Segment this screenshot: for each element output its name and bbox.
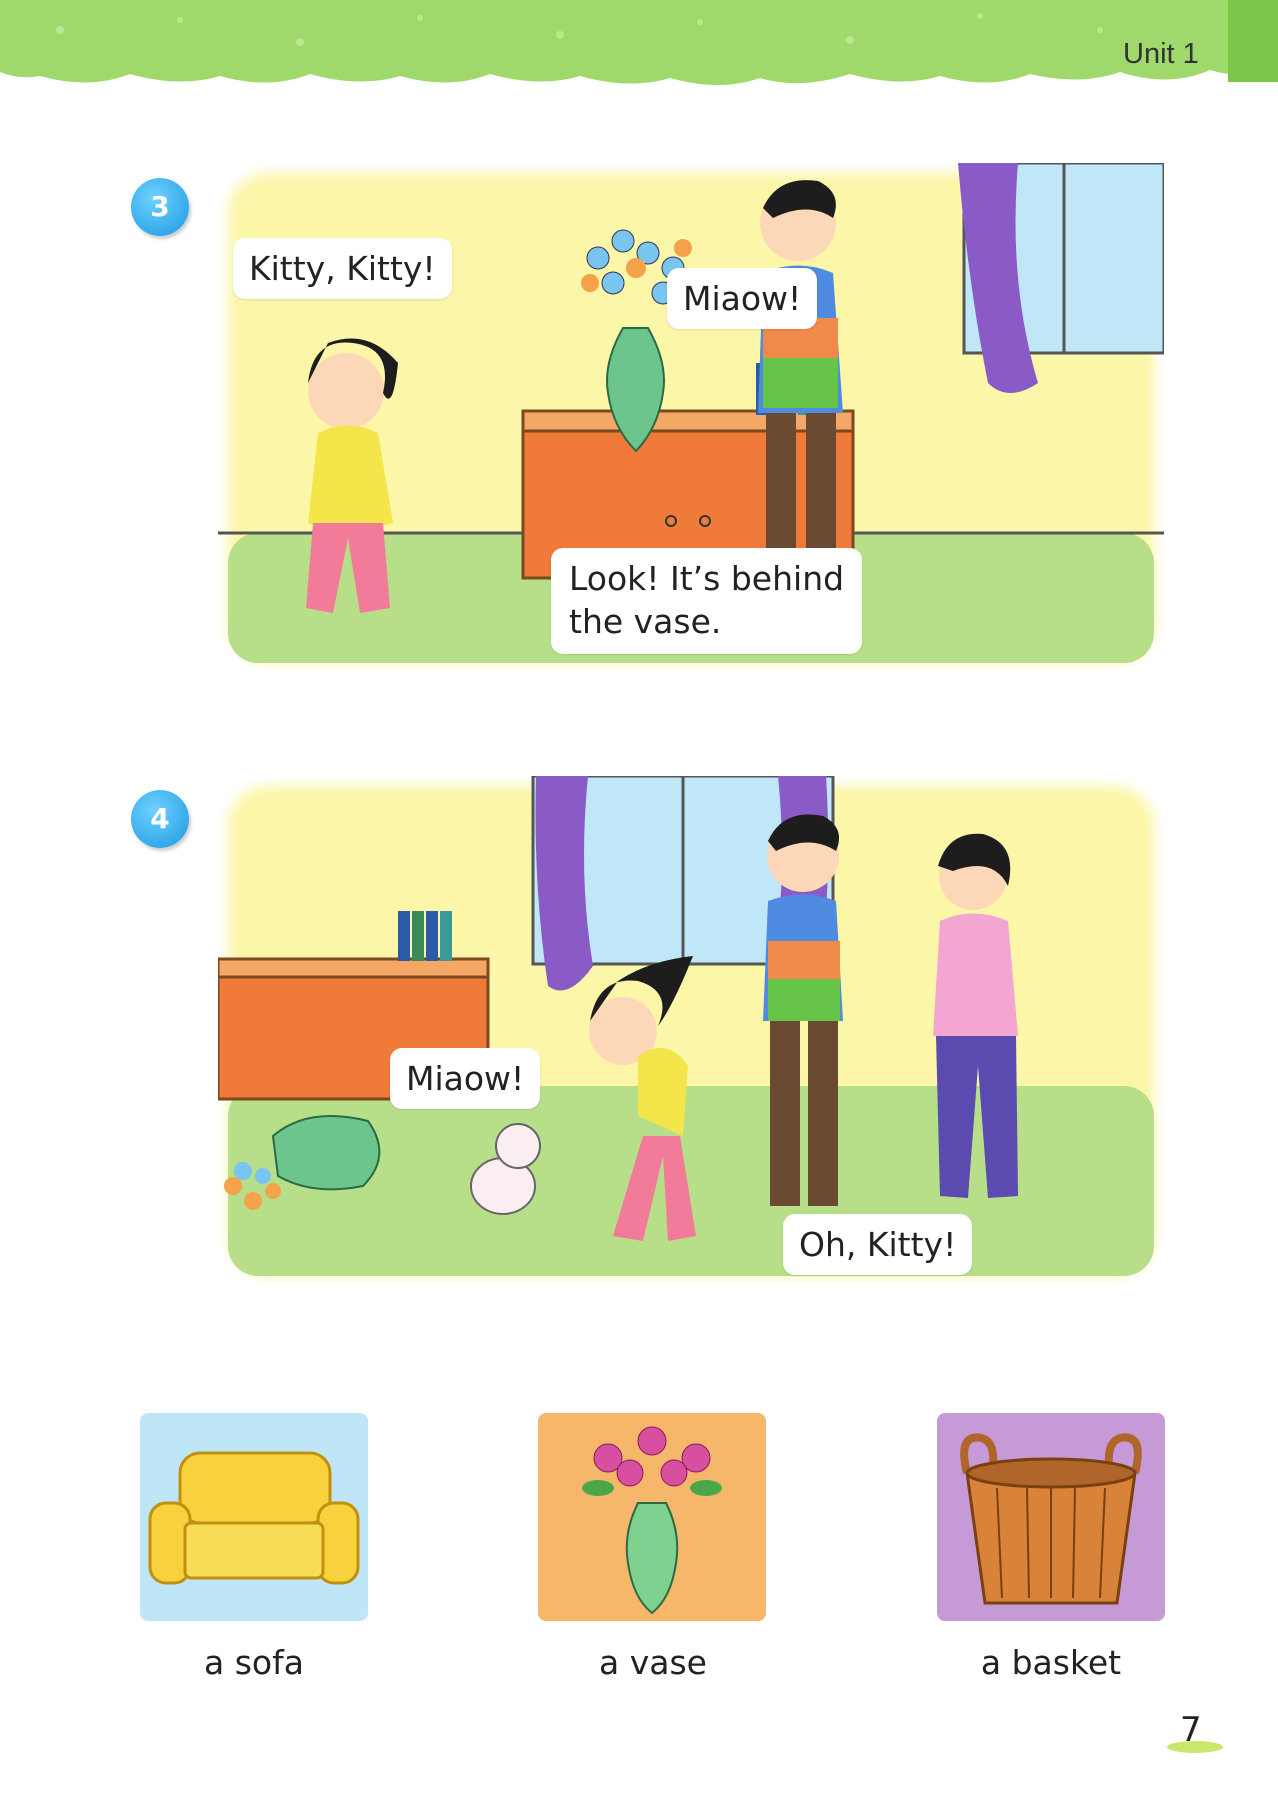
speech-bubble-cat: Miaow! [667, 268, 818, 330]
unit-label: Unit 1 [1123, 38, 1199, 70]
vocab-card-basket [937, 1413, 1165, 1621]
speech-bubble-cat-panel-4: Miaow! [390, 1048, 541, 1110]
vocab-label-basket: a basket [980, 1643, 1122, 1682]
panel-number-4: 4 [131, 790, 189, 848]
vocab-label-vase: a vase [599, 1643, 707, 1682]
panel-number-3: 3 [131, 178, 189, 236]
scene-panel-4 [218, 776, 1154, 1276]
vocab-card-vase [538, 1413, 766, 1621]
speech-bubble-man-line-2: the vase. [569, 601, 722, 641]
vase-icon [538, 1413, 766, 1621]
speech-bubble-family: Oh, Kitty! [783, 1214, 973, 1276]
header-band [0, 0, 1278, 85]
page-number: 7 [1180, 1710, 1202, 1750]
speech-bubble-girl: Kitty, Kitty! [233, 238, 452, 300]
vocab-card-sofa [140, 1413, 368, 1621]
speech-bubble-man: Look! It’s behind the vase. [551, 548, 863, 654]
vocab-label-sofa: a sofa [204, 1643, 304, 1682]
sofa-icon [140, 1413, 368, 1621]
basket-icon [937, 1413, 1165, 1621]
speech-bubble-man-line-1: Look! It’s behind [569, 559, 845, 598]
